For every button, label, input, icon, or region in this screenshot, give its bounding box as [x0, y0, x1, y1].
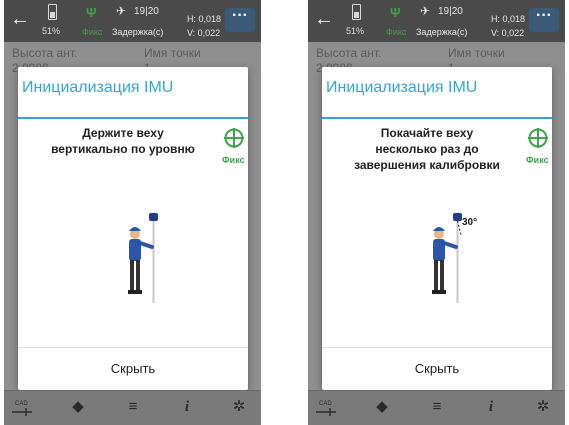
fix-status: Фикс: [82, 27, 103, 37]
phone-screen-hold-vertical: ← 51% Ψ Фикс ✈ 19|20 Задержка(с) H: 0,01…: [4, 0, 261, 425]
antenna-icon: Ψ: [390, 5, 401, 20]
settings-icon[interactable]: ✲: [227, 398, 251, 416]
antenna-icon: Ψ: [86, 5, 97, 20]
crosshair-icon: [528, 128, 548, 148]
back-arrow-icon[interactable]: ←: [10, 9, 30, 29]
surveyor-illustration: [128, 213, 158, 303]
battery-icon: [348, 4, 364, 25]
svg-text:CAD: CAD: [15, 401, 28, 407]
layers-icon[interactable]: ◆: [66, 398, 90, 416]
dialog-title: Инициализация IMU: [22, 79, 174, 96]
v-precision: V: 0,022: [491, 28, 525, 38]
instruction-text: Держите веху вертикально по уровню: [51, 126, 195, 156]
fix-label: Фикс: [526, 155, 549, 165]
status-bar: ← 51% Ψ Фикс ✈ 19|20 Задержка(с) H: 0,01…: [4, 0, 261, 42]
battery-icon: [44, 4, 60, 25]
title-divider: [18, 117, 248, 119]
layers-icon[interactable]: ◆: [370, 398, 394, 416]
svg-text:CAD: CAD: [319, 401, 332, 407]
phone-screen-swing-pole: ← 51% Ψ Фикс ✈ 19|20 Задержка(с) H: 0,01…: [308, 0, 565, 425]
more-menu-icon[interactable]: ···: [529, 8, 559, 32]
h-precision: H: 0,018: [491, 14, 526, 24]
hide-button[interactable]: Скрыть: [18, 348, 248, 390]
imu-init-dialog: Инициализация IMU Покачайте веху несколь…: [322, 67, 552, 390]
bottom-toolbar: CAD ◆ ≡ i ✲: [4, 390, 261, 425]
point-name-label: Имя точки: [144, 46, 201, 60]
satellite-count: 19|20: [134, 6, 159, 17]
h-precision: H: 0,018: [187, 14, 222, 24]
tilt-angle-label: 30°: [462, 217, 477, 228]
cad-icon[interactable]: CAD: [314, 398, 338, 421]
fix-label: Фикс: [222, 155, 245, 165]
surveyor-tilt-illustration: 30°: [432, 213, 477, 303]
satellite-icon: ✈: [116, 4, 127, 18]
imu-init-dialog: Инициализация IMU Держите веху вертикаль…: [18, 67, 248, 390]
settings-icon[interactable]: ✲: [531, 398, 555, 416]
antenna-height-label: Высота ант.: [12, 46, 78, 60]
battery-percent: 51%: [42, 26, 61, 36]
instruction-text: Покачайте веху несколько раз до завершен…: [354, 126, 500, 172]
list-icon[interactable]: ≡: [121, 398, 145, 416]
info-icon[interactable]: i: [175, 398, 199, 416]
bottom-toolbar: CAD ◆ ≡ i ✲: [308, 390, 565, 425]
satellite-count: 19|20: [438, 6, 463, 17]
delay-label: Задержка(с): [112, 27, 164, 37]
title-divider: [322, 117, 552, 119]
crosshair-icon: [224, 128, 244, 148]
antenna-height-label: Высота ант.: [316, 46, 382, 60]
list-icon[interactable]: ≡: [425, 398, 449, 416]
cad-icon[interactable]: CAD: [10, 398, 34, 421]
battery-percent: 51%: [346, 26, 365, 36]
info-icon[interactable]: i: [479, 398, 503, 416]
more-menu-icon[interactable]: ···: [225, 8, 255, 32]
hide-button[interactable]: Скрыть: [322, 348, 552, 390]
satellite-icon: ✈: [420, 4, 431, 18]
delay-label: Задержка(с): [416, 27, 468, 37]
point-name-label: Имя точки: [448, 46, 505, 60]
dialog-title: Инициализация IMU: [326, 79, 478, 96]
status-bar: ← 51% Ψ Фикс ✈ 19|20 Задержка(с) H: 0,01…: [308, 0, 565, 42]
fix-status: Фикс: [386, 27, 407, 37]
back-arrow-icon[interactable]: ←: [314, 9, 334, 29]
v-precision: V: 0,022: [187, 28, 221, 38]
